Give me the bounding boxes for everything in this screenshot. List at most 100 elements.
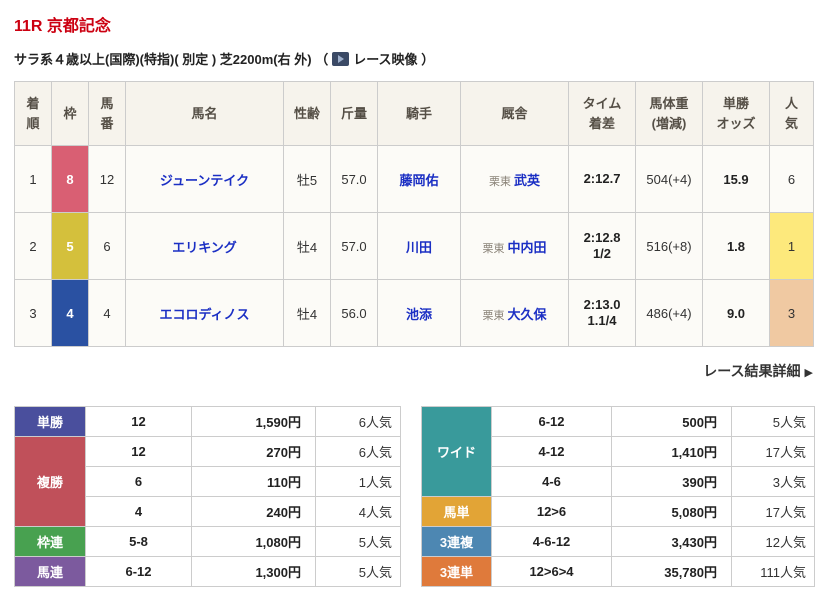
payout-type-umatan: 馬単 (421, 496, 492, 527)
payout-combo: 5-8 (85, 526, 192, 557)
body-weight: 486(+4) (635, 279, 703, 347)
payout-popularity: 5人気 (315, 526, 401, 557)
col-header-horse: 馬名 (125, 81, 284, 146)
payout-combo: 6-12 (85, 556, 192, 587)
payout-row-wide: ワイド 6-12 500円 5人気 (421, 406, 815, 497)
race-video-link[interactable]: レース映像 (353, 52, 417, 67)
col-header-time: タイム 着差 (568, 81, 636, 146)
col-header-jockey: 騎手 (377, 81, 461, 146)
horse-name-link[interactable]: エリキング (172, 240, 237, 255)
payout-combo: 6-12 (491, 406, 612, 437)
trainer-link[interactable]: 中内田 (507, 240, 546, 255)
waku-badge: 5 (51, 212, 89, 280)
payout-popularity: 6人気 (315, 436, 401, 467)
time-margin: 2:12.7 (568, 145, 636, 213)
payout-amount: 1,410円 (611, 436, 732, 467)
stable-region: 栗東 (482, 309, 505, 322)
payout-popularity: 5人気 (315, 556, 401, 587)
payout-table-left: 単勝 12 1,590円 6人気 複勝 12 270円 6人気 6 110円 1… (14, 406, 401, 587)
sex-age: 牡4 (283, 212, 331, 280)
popularity: 3 (769, 279, 814, 347)
col-header-bodyweight: 馬体重 (増減) (635, 81, 703, 146)
page-title: 11R 京都記念 (14, 18, 111, 35)
result-row-3: 3 4 4 エコロディノス 牡4 56.0 池添 栗東 大久保 2:13.0 1.1… (14, 279, 814, 347)
trainer-link[interactable]: 大久保 (507, 307, 546, 322)
carried-weight: 57.0 (330, 212, 378, 280)
payout-amount: 1,300円 (191, 556, 316, 587)
body-weight: 516(+8) (635, 212, 703, 280)
payout-popularity: 12人気 (731, 526, 815, 557)
payout-popularity: 17人気 (731, 496, 815, 527)
payout-row-sanrentan: 3連単 12>6>4 35,780円 111人気 (421, 556, 815, 587)
payout-combo: 6 (85, 466, 192, 497)
payout-amount: 5,080円 (611, 496, 732, 527)
horse-number: 4 (88, 279, 126, 347)
payout-amount: 390円 (611, 466, 732, 497)
race-conditions-text: サラ系４歳以上(国際)(特指)( 別定 ) 芝2200m(右 外) (14, 52, 312, 67)
payout-type-wide: ワイド (421, 406, 492, 497)
win-odds: 15.9 (702, 145, 770, 213)
stable-region: 栗東 (488, 175, 511, 188)
col-header-stable: 厩舎 (460, 81, 569, 146)
finish-position: 3 (14, 279, 52, 347)
jockey-link[interactable]: 川田 (406, 240, 432, 255)
col-header-position: 着順 (14, 81, 52, 146)
carried-weight: 57.0 (330, 145, 378, 213)
payout-combo: 4-6-12 (491, 526, 612, 557)
payout-type-fukusho: 複勝 (14, 436, 86, 527)
popularity: 6 (769, 145, 814, 213)
payout-popularity: 1人気 (315, 466, 401, 497)
payout-combo: 12 (85, 406, 192, 437)
chevron-right-icon: ▶ (804, 367, 813, 379)
payout-type-umaren: 馬連 (14, 556, 86, 587)
col-header-weight: 斤量 (330, 81, 378, 146)
payout-amount: 270円 (191, 436, 316, 467)
payout-popularity: 17人気 (731, 436, 815, 467)
race-result-detail-link[interactable]: レース結果詳細 ▶ (703, 363, 813, 379)
horse-number: 6 (88, 212, 126, 280)
payout-amount: 35,780円 (611, 556, 732, 587)
payout-amount: 500円 (611, 406, 732, 437)
finish-position: 1 (14, 145, 52, 213)
sex-age: 牡4 (283, 279, 331, 347)
payout-row-wakuren: 枠連 5-8 1,080円 5人気 (14, 526, 401, 557)
payout-amount: 240円 (191, 496, 316, 527)
payout-combo: 4 (85, 496, 192, 527)
horse-number: 12 (88, 145, 126, 213)
col-header-odds: 単勝 オッズ (702, 81, 770, 146)
result-row-1: 1 8 12 ジューンテイク 牡5 57.0 藤岡佑 栗東 武英 2:12.7 5… (14, 145, 814, 213)
body-weight: 504(+4) (635, 145, 703, 213)
payout-row-sanrenpuku: 3連複 4-6-12 3,430円 12人気 (421, 526, 815, 557)
carried-weight: 56.0 (330, 279, 378, 347)
payout-row-umatan: 馬単 12>6 5,080円 17人気 (421, 496, 815, 527)
time-margin: 2:12.8 1/2 (568, 212, 636, 280)
horse-name-link[interactable]: ジューンテイク (160, 173, 249, 188)
payout-popularity: 6人気 (315, 406, 401, 437)
payout-table-right: ワイド 6-12 500円 5人気 4-12 1,410円 17人気 4-6 3… (421, 406, 815, 587)
win-odds: 9.0 (702, 279, 770, 347)
paren-open: （ (315, 52, 329, 67)
payout-popularity: 111人気 (731, 556, 815, 587)
payout-type-tansho: 単勝 (14, 406, 86, 437)
payout-row-umaren: 馬連 6-12 1,300円 5人気 (14, 556, 401, 587)
race-video-icon[interactable] (332, 52, 350, 66)
payout-popularity: 3人気 (731, 466, 815, 497)
jockey-link[interactable]: 池添 (406, 307, 432, 322)
horse-name-link[interactable]: エコロディノス (159, 307, 249, 322)
payout-row-fukusho: 複勝 12 270円 6人気 (14, 436, 401, 527)
col-header-sexage: 性齢 (283, 81, 331, 146)
payout-row-tansho: 単勝 12 1,590円 6人気 (14, 406, 401, 437)
payout-popularity: 5人気 (731, 406, 815, 437)
payout-combo: 12 (85, 436, 192, 467)
trainer-link[interactable]: 武英 (514, 173, 540, 188)
payout-section: 単勝 12 1,590円 6人気 複勝 12 270円 6人気 6 110円 1… (14, 406, 815, 587)
payout-type-sanrentan: 3連単 (421, 556, 492, 587)
payout-amount: 1,080円 (191, 526, 316, 557)
result-row-2: 2 5 6 エリキング 牡4 57.0 川田 栗東 中内田 2:12.8 1/2 5… (14, 212, 814, 280)
stable-region: 栗東 (482, 242, 505, 255)
jockey-link[interactable]: 藤岡佑 (399, 173, 438, 188)
payout-amount: 1,590円 (191, 406, 316, 437)
payout-type-wakuren: 枠連 (14, 526, 86, 557)
play-triangle-icon (338, 55, 345, 63)
payout-amount: 3,430円 (611, 526, 732, 557)
